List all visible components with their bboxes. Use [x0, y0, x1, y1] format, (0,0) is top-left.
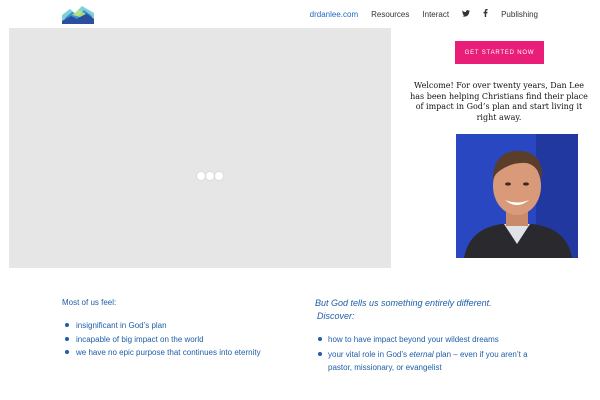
nav-link-interact[interactable]: Interact	[422, 10, 449, 19]
portrait-photo	[456, 134, 578, 258]
emphasis-eternal: eternal	[409, 349, 434, 359]
get-started-button[interactable]: GET STARTED NOW	[455, 41, 544, 64]
list-item: we have no epic purpose that continues i…	[62, 346, 261, 360]
portrait-illustration	[456, 134, 578, 258]
mountain-logo-icon[interactable]	[62, 5, 94, 24]
main-nav: drdanlee.com Resources Interact Publishi…	[297, 0, 538, 28]
discover-heading-line2: Discover:	[317, 310, 355, 321]
loading-dot	[197, 172, 205, 180]
feel-heading: Most of us feel:	[62, 298, 117, 307]
loading-dots-icon	[197, 172, 223, 180]
nav-link-publishing[interactable]: Publishing	[501, 10, 538, 19]
discover-heading-line1: But God tells us something entirely diff…	[315, 298, 492, 308]
list-item-text: your vital role in God’s	[328, 349, 410, 359]
loading-dot	[206, 172, 214, 180]
list-item: your vital role in God’s eternal plan – …	[315, 348, 545, 375]
list-item: insignificant in God’s plan	[62, 319, 261, 333]
site-header: drdanlee.com Resources Interact Publishi…	[0, 0, 600, 28]
discover-heading: But God tells us something entirely diff…	[315, 297, 535, 322]
video-player[interactable]	[9, 28, 391, 268]
twitter-icon[interactable]	[462, 9, 471, 19]
list-item: incapable of big impact on the world	[62, 333, 261, 347]
feel-list: insignificant in God’s plan incapable of…	[62, 319, 261, 360]
discover-list: how to have impact beyond your wildest d…	[315, 333, 545, 375]
nav-link-drdanlee[interactable]: drdanlee.com	[310, 10, 358, 19]
loading-dot	[215, 172, 223, 180]
welcome-text: Welcome! For over twenty years, Dan Lee …	[410, 81, 588, 122]
list-item: how to have impact beyond your wildest d…	[315, 333, 545, 347]
nav-link-resources[interactable]: Resources	[371, 10, 409, 19]
facebook-icon[interactable]	[483, 9, 488, 19]
